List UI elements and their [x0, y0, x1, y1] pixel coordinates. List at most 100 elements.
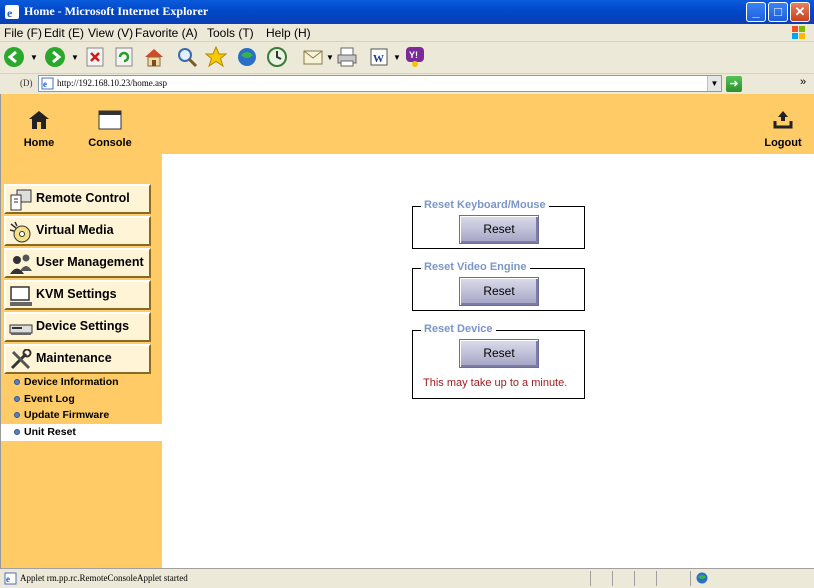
go-arrow-icon[interactable]: ➜	[726, 76, 742, 92]
history-icon[interactable]	[266, 46, 288, 68]
svg-text:e: e	[6, 574, 10, 584]
menu-bar: File (F) Edit (E) View (V) Favorite (A) …	[0, 24, 814, 42]
device-settings-icon	[9, 324, 33, 335]
sidebar-item-label: Virtual Media	[36, 223, 114, 237]
console-window-icon	[98, 110, 122, 130]
sidebar-item-virtual-media[interactable]: Virtual Media	[4, 216, 151, 246]
window-title: Home - Microsoft Internet Explorer	[24, 4, 209, 18]
submenu-label: Update Firmware	[24, 409, 110, 421]
group-legend: Reset Keyboard/Mouse	[421, 199, 549, 211]
svg-text:W: W	[373, 53, 384, 65]
status-text: Applet rm.pp.rc.RemoteConsoleApplet star…	[20, 573, 188, 583]
back-dropdown-icon[interactable]: ▼	[30, 53, 38, 62]
maintenance-icon	[10, 349, 32, 370]
toolbar-chevron-icon[interactable]: »	[800, 76, 806, 88]
status-divider	[612, 571, 613, 586]
submenu-event-log[interactable]: Event Log	[1, 391, 162, 408]
print-icon[interactable]	[336, 46, 358, 68]
menu-help[interactable]: Help (H)	[266, 26, 311, 40]
messenger-icon[interactable]: Y!	[404, 46, 426, 68]
menu-favorite[interactable]: Favorite (A)	[135, 26, 198, 40]
address-bar: (D) e http://192.168.10.23/home.asp ▼ ➜ …	[0, 74, 814, 94]
svg-text:e: e	[43, 79, 47, 89]
reset-device-button[interactable]: Reset	[459, 339, 539, 368]
kvm-settings-icon	[10, 286, 32, 306]
internet-zone-icon	[696, 572, 708, 584]
group-legend: Reset Video Engine	[421, 261, 530, 273]
house-icon	[29, 111, 49, 129]
close-button[interactable]: ✕	[790, 2, 810, 22]
console-nav-label: Console	[88, 137, 132, 149]
sidebar-item-label: User Management	[36, 255, 144, 269]
address-label: (D)	[20, 78, 33, 88]
home-icon[interactable]	[143, 46, 165, 68]
sidebar-item-label: Maintenance	[36, 351, 112, 365]
group-legend: Reset Device	[421, 323, 496, 335]
refresh-icon[interactable]	[113, 46, 135, 68]
sidebar-item-device-settings[interactable]: Device Settings	[4, 312, 151, 342]
mail-dropdown-icon[interactable]: ▼	[326, 53, 334, 62]
status-bar: e Applet rm.pp.rc.RemoteConsoleApplet st…	[0, 568, 814, 588]
forward-dropdown-icon[interactable]: ▼	[71, 53, 79, 62]
bullet-icon	[14, 429, 20, 435]
back-icon[interactable]	[3, 46, 25, 68]
menu-file[interactable]: File (F)	[4, 26, 42, 40]
reset-device-group: Reset Device Reset This may take up to a…	[412, 323, 585, 399]
sidebar-item-kvm-settings[interactable]: KVM Settings	[4, 280, 151, 310]
sidebar-item-label: Remote Control	[36, 191, 130, 205]
word-icon[interactable]: W	[368, 46, 390, 68]
status-divider	[590, 571, 591, 586]
console-nav-button[interactable]: Console	[87, 110, 133, 149]
user-management-icon	[10, 254, 32, 274]
page-status-icon: e	[4, 572, 17, 585]
bullet-icon	[14, 396, 20, 402]
submenu-update-firmware[interactable]: Update Firmware	[1, 407, 162, 424]
virtual-media-icon	[9, 221, 31, 243]
logout-icon	[773, 111, 793, 129]
logout-button[interactable]: Logout	[761, 110, 805, 149]
reset-video-engine-button[interactable]: Reset	[459, 277, 539, 306]
word-dropdown-icon[interactable]: ▼	[393, 53, 401, 62]
menu-view[interactable]: View (V)	[88, 26, 133, 40]
stop-icon[interactable]	[84, 46, 106, 68]
menu-tools[interactable]: Tools (T)	[207, 26, 254, 40]
bullet-icon	[14, 379, 20, 385]
menu-edit[interactable]: Edit (E)	[44, 26, 84, 40]
reset-keyboard-mouse-group: Reset Keyboard/Mouse Reset	[412, 199, 585, 249]
windows-flag-icon	[792, 26, 805, 39]
sidebar-item-remote-control[interactable]: Remote Control	[4, 184, 151, 214]
reset-device-warning: This may take up to a minute.	[423, 377, 568, 389]
reset-keyboard-mouse-button[interactable]: Reset	[459, 215, 539, 244]
address-url: http://192.168.10.23/home.asp	[57, 78, 167, 88]
status-divider	[634, 571, 635, 586]
status-divider	[690, 571, 691, 586]
favorites-icon[interactable]	[205, 46, 227, 68]
address-input[interactable]: e http://192.168.10.23/home.asp ▼	[38, 75, 722, 92]
submenu-label: Event Log	[24, 393, 75, 405]
status-divider	[656, 571, 657, 586]
logout-label: Logout	[764, 137, 802, 149]
media-icon[interactable]	[236, 46, 258, 68]
forward-icon[interactable]	[44, 46, 66, 68]
address-dropdown-icon[interactable]: ▼	[707, 76, 721, 91]
mail-icon[interactable]	[302, 46, 324, 68]
sidebar-item-user-management[interactable]: User Management	[4, 248, 151, 278]
minimize-button[interactable]: _	[746, 2, 766, 22]
remote-control-icon	[10, 189, 32, 211]
page-icon: e	[41, 77, 54, 90]
home-nav-button[interactable]: Home	[21, 110, 57, 149]
maximize-button[interactable]: □	[768, 2, 788, 22]
svg-text:e: e	[7, 6, 13, 20]
submenu-label: Device Information	[24, 376, 119, 388]
sidebar-item-maintenance[interactable]: Maintenance	[4, 344, 151, 374]
svg-text:Y!: Y!	[409, 50, 418, 60]
web-page: Home Console Logout Remote Control Virtu…	[0, 94, 814, 568]
submenu-unit-reset[interactable]: Unit Reset	[1, 424, 162, 441]
home-nav-label: Home	[23, 137, 55, 149]
submenu-label: Unit Reset	[24, 426, 76, 438]
submenu-device-information[interactable]: Device Information	[1, 374, 162, 391]
search-icon[interactable]	[176, 46, 198, 68]
reset-video-engine-group: Reset Video Engine Reset	[412, 261, 585, 311]
bullet-icon	[14, 412, 20, 418]
ie-icon: e	[5, 5, 19, 20]
